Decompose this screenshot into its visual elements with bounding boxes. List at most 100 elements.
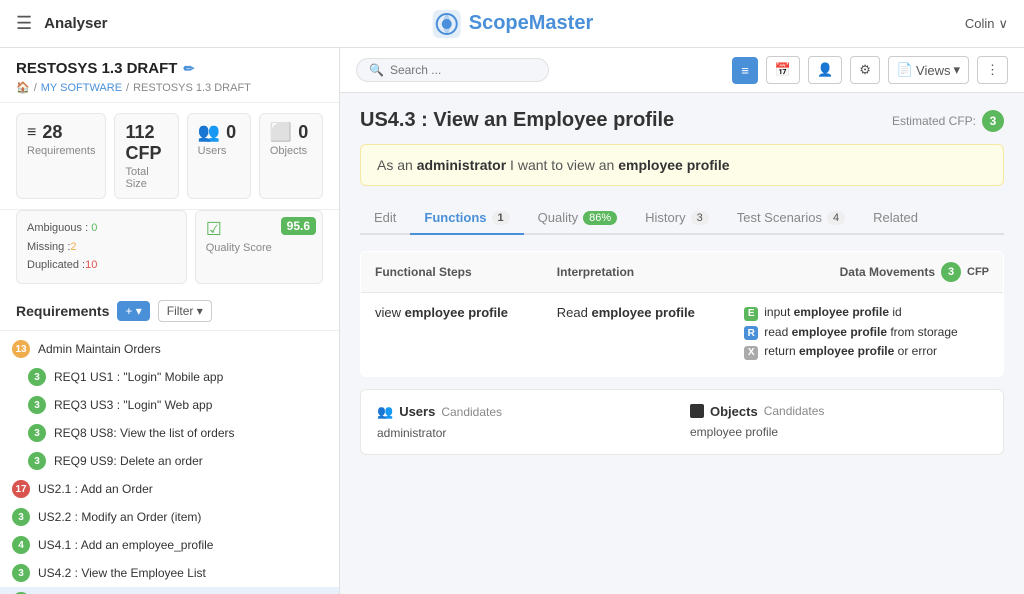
user-story-box: As an administrator I want to view an em… [360, 144, 1004, 186]
interp-bold: employee profile [592, 305, 695, 320]
req-label: Requirements [27, 145, 95, 157]
user-menu[interactable]: Colin ∨ [965, 16, 1008, 32]
cfp-label: Total Size [125, 166, 167, 190]
list-item[interactable]: 3REQ3 US3 : "Login" Web app [0, 391, 339, 419]
detail-header: US4.3 : View an Employee profile Estimat… [360, 109, 1004, 132]
add-requirement-button[interactable]: + ▾ [117, 301, 149, 321]
quality-score-badge: 95.6 [281, 217, 316, 235]
tab-label: History [645, 210, 685, 225]
stat-req-value: ≡ 28 [27, 122, 95, 143]
views-button[interactable]: 📄 Views ▾ [888, 56, 969, 84]
list-item[interactable]: 3US4.3 : View an Employee profile [0, 587, 339, 594]
req-name: REQ3 US3 : "Login" Web app [54, 398, 212, 412]
candidates-section: 👥 Users Candidates administrator Objects… [360, 389, 1004, 455]
table-row: view employee profile Read employee prof… [361, 293, 1004, 377]
project-header: RESTOSYS 1.3 DRAFT ✏ 🏠 / MY SOFTWARE / R… [0, 48, 339, 103]
search-box[interactable]: 🔍 [356, 58, 549, 82]
more-button[interactable]: ⋮ [977, 56, 1008, 84]
dm-text: read employee profile from storage [764, 325, 957, 339]
filter-button[interactable]: Filter ▾ [158, 300, 212, 322]
tab-functions[interactable]: Functions1 [410, 202, 523, 235]
tab-label: Related [873, 210, 918, 225]
functional-step-cell: view employee profile [361, 293, 543, 377]
col-data-movements: Data Movements 3 CFP [730, 252, 1003, 293]
list-item[interactable]: 3REQ1 US1 : "Login" Mobile app [0, 363, 339, 391]
tab-label: Edit [374, 210, 396, 225]
list-item[interactable]: 3US2.2 : Modify an Order (item) [0, 503, 339, 531]
list-item[interactable]: 4 US4.1 : Add an employee_profile [0, 531, 339, 559]
user-chevron: ∨ [998, 16, 1008, 32]
search-input[interactable] [390, 63, 536, 77]
us-bold-profile: employee profile [618, 157, 729, 173]
tab-history[interactable]: History3 [631, 202, 723, 235]
main-content: RESTOSYS 1.3 DRAFT ✏ 🏠 / MY SOFTWARE / R… [0, 48, 1024, 594]
tab-label: Test Scenarios [737, 210, 822, 225]
stats-row: ≡ 28 Requirements 112 CFP Total Size 👥 0… [0, 103, 339, 210]
req-badge: 4 [12, 536, 30, 554]
data-movement-item: Xreturn employee profile or error [744, 344, 989, 360]
req-list-title: Requirements [16, 303, 109, 319]
req-icon: ≡ [27, 124, 36, 142]
edit-icon[interactable]: ✏ [183, 61, 194, 77]
users-cand-label: Users [399, 404, 435, 419]
users-cand-sub: Candidates [441, 405, 502, 419]
req-badge: 13 [12, 340, 30, 358]
duplicated-label: Duplicated : [27, 259, 85, 271]
user-add-button[interactable]: 👤 [808, 56, 842, 84]
req-name: Admin Maintain Orders [38, 342, 161, 356]
breadcrumb-software[interactable]: MY SOFTWARE [41, 82, 122, 94]
ambiguous-value: 0 [91, 222, 97, 234]
tab-related[interactable]: Related [859, 202, 932, 235]
calendar-view-button[interactable]: 📅 [766, 56, 800, 84]
search-icon: 🔍 [369, 63, 384, 77]
objects-cand-icon [690, 404, 704, 418]
requirements-list: 13 Admin Maintain Orders 3REQ1 US1 : "Logi… [0, 331, 339, 594]
functions-table: Functional Steps Interpretation Data Mov… [360, 251, 1004, 377]
tab-badge: 4 [827, 211, 845, 225]
quality-row: Ambiguous : 0 Missing :2 Duplicated :10 … [0, 210, 339, 292]
cfp-count-badge: 3 [941, 262, 961, 282]
tab-test-scenarios[interactable]: Test Scenarios 4 [723, 202, 859, 235]
tab-quality[interactable]: Quality86% [524, 202, 632, 235]
list-item[interactable]: 3REQ9 US9: Delete an order [0, 447, 339, 475]
breadcrumb-home-icon[interactable]: 🏠 [16, 81, 30, 94]
req-badge: 3 [12, 508, 30, 526]
quality-issues-card: Ambiguous : 0 Missing :2 Duplicated :10 [16, 210, 187, 284]
menu-icon[interactable]: ☰ [16, 13, 32, 34]
us-bold-admin: administrator [417, 157, 506, 173]
detail-title: US4.3 : View an Employee profile [360, 109, 674, 132]
users-cand-title: 👥 Users Candidates [377, 404, 674, 420]
req-badge: 3 [28, 368, 46, 386]
list-item[interactable]: 17US2.1 : Add an Order [0, 475, 339, 503]
tab-edit[interactable]: Edit [360, 202, 410, 235]
objects-cand-value: employee profile [690, 425, 987, 439]
interpretation-cell: Read employee profile [543, 293, 730, 377]
right-section: 🔍 ≡ 📅 👤 ⚙ 📄 Views ▾ ⋮ US4.3 : View an Em… [340, 48, 1024, 594]
objects-icon: ⬜ [270, 122, 292, 143]
data-movement-item: Rread employee profile from storage [744, 325, 989, 341]
req-name: US4.1 : Add an employee_profile [38, 538, 213, 552]
col-interpretation: Interpretation [543, 252, 730, 293]
logo: ScopeMaster [431, 8, 594, 40]
quality-score-card: 95.6 ☑ Quality Score [195, 210, 323, 284]
list-item[interactable]: 3REQ8 US8: View the list of orders [0, 419, 339, 447]
objects-value: ⬜ 0 [270, 122, 312, 143]
dm-col-label: Data Movements [840, 265, 935, 279]
breadcrumb-sep2: / [126, 82, 129, 94]
breadcrumb-project: RESTOSYS 1.3 DRAFT [133, 82, 251, 94]
right-toolbar: 🔍 ≡ 📅 👤 ⚙ 📄 Views ▾ ⋮ [340, 48, 1024, 93]
estimated-cfp: Estimated CFP: 3 [892, 110, 1004, 132]
step-bold: employee profile [405, 305, 508, 320]
list-view-button[interactable]: ≡ [732, 57, 758, 84]
req-name: REQ8 US8: View the list of orders [54, 426, 235, 440]
objects-candidates: Objects Candidates employee profile [690, 404, 987, 440]
dm-letter-x: X [744, 346, 758, 360]
users-count: 0 [226, 122, 236, 143]
settings-button[interactable]: ⚙ [850, 56, 880, 84]
list-item[interactable]: 3US4.2 : View the Employee List [0, 559, 339, 587]
list-item[interactable]: 13 Admin Maintain Orders [0, 335, 339, 363]
stat-cfp: 112 CFP Total Size [114, 113, 178, 199]
cfp-label-sm: CFP [967, 266, 989, 278]
dm-letter-e: E [744, 307, 758, 321]
req-name: REQ9 US9: Delete an order [54, 454, 203, 468]
